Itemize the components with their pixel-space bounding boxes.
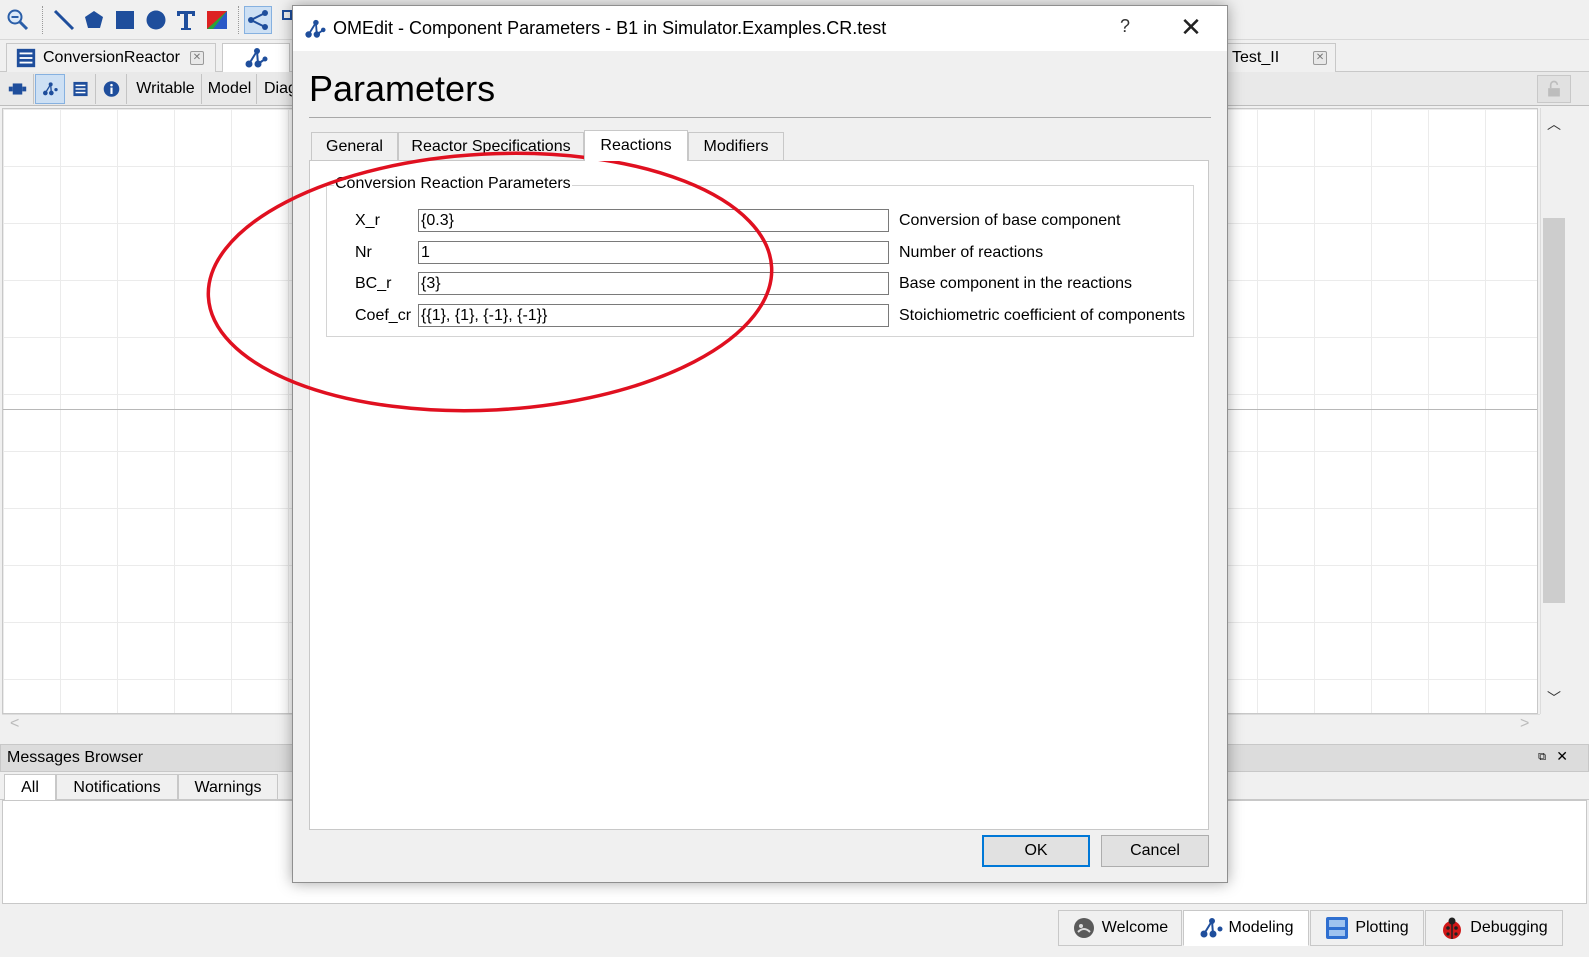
plotting-icon xyxy=(1325,916,1349,940)
toolbar-separator xyxy=(42,6,43,34)
icon-view-button[interactable] xyxy=(2,74,34,104)
coef-cr-input[interactable] xyxy=(418,304,889,327)
tab-test-ii[interactable]: Test_II ✕ xyxy=(1224,43,1336,72)
close-icon[interactable]: ✕ xyxy=(1177,12,1205,43)
reactions-tab-panel: X_r Conversion of base component Nr Numb… xyxy=(309,160,1209,830)
param-row-x-r: X_r Conversion of base component xyxy=(327,209,1195,233)
polygon-tool-icon[interactable] xyxy=(80,6,108,34)
float-icon[interactable]: ⧉ xyxy=(1538,751,1546,764)
nr-input[interactable] xyxy=(418,241,889,264)
close-tab-icon[interactable]: ✕ xyxy=(1313,51,1327,65)
cancel-button[interactable]: Cancel xyxy=(1101,835,1209,867)
writable-label: Writable xyxy=(130,74,202,104)
canvas-vertical-scrollbar[interactable]: ︿ ﹀ xyxy=(1540,108,1566,714)
dialog-titlebar: OMEdit - Component Parameters - B1 in Si… xyxy=(293,6,1227,51)
param-row-bc-r: BC_r Base component in the reactions xyxy=(327,272,1195,296)
lock-icon[interactable] xyxy=(1537,75,1571,103)
scrollbar-thumb[interactable] xyxy=(1543,218,1565,603)
heading-divider xyxy=(309,117,1211,118)
diagram-view-icon xyxy=(245,48,268,68)
text-view-button[interactable] xyxy=(66,74,96,104)
diagram-view-button[interactable] xyxy=(35,74,65,104)
rectangle-tool-icon[interactable] xyxy=(111,6,139,34)
scroll-right-icon[interactable]: > xyxy=(1520,715,1529,733)
plotting-label: Plotting xyxy=(1355,919,1409,936)
ok-button[interactable]: OK xyxy=(982,835,1090,867)
conversion-reaction-groupbox: X_r Conversion of base component Nr Numb… xyxy=(326,185,1194,337)
tab-general[interactable]: General xyxy=(311,132,398,160)
welcome-label: Welcome xyxy=(1101,919,1169,936)
documentation-view-button[interactable] xyxy=(97,74,127,104)
text-view-icon xyxy=(16,48,36,68)
scroll-left-icon[interactable]: < xyxy=(10,715,19,733)
modeling-label: Modeling xyxy=(1228,919,1294,936)
diagram-view-icon xyxy=(43,82,58,96)
perspective-bar: Welcome Modeling Plotting Debugging xyxy=(0,906,1589,957)
connect-mode-icon[interactable] xyxy=(244,6,272,34)
param-row-coef-cr: Coef_cr Stoichiometric coefficient of co… xyxy=(327,304,1195,328)
welcome-perspective-button[interactable]: Welcome xyxy=(1058,910,1182,946)
dialog-title: OMEdit - Component Parameters - B1 in Si… xyxy=(333,18,887,38)
text-tool-icon[interactable] xyxy=(172,6,200,34)
info-icon xyxy=(103,81,120,97)
tab-label: ConversionReactor xyxy=(43,49,180,66)
line-tool-icon[interactable] xyxy=(50,6,78,34)
tab-all[interactable]: All xyxy=(4,774,56,800)
scroll-down-icon[interactable]: ﹀ xyxy=(1541,688,1567,708)
tab-reactor-specifications[interactable]: Reactor Specifications xyxy=(398,132,584,160)
debugging-label: Debugging xyxy=(1470,919,1548,936)
modeling-perspective-button[interactable]: Modeling xyxy=(1183,910,1309,946)
ladybug-icon xyxy=(1440,916,1464,940)
messages-browser-title: Messages Browser xyxy=(7,749,144,766)
zoom-out-icon[interactable] xyxy=(4,6,32,34)
toolbar-separator xyxy=(238,6,239,34)
ellipse-tool-icon[interactable] xyxy=(142,6,170,34)
tab-conversion-reactor[interactable]: ConversionReactor ✕ xyxy=(6,43,216,72)
welcome-icon xyxy=(1072,916,1096,940)
text-view-icon xyxy=(73,81,88,97)
close-tab-icon[interactable]: ✕ xyxy=(189,51,204,65)
plotting-perspective-button[interactable]: Plotting xyxy=(1310,910,1424,946)
tab-notifications[interactable]: Notifications xyxy=(56,774,178,800)
param-description: Stoichiometric coefficient of components xyxy=(899,307,1186,324)
tab-warnings[interactable]: Warnings xyxy=(178,774,278,800)
tab-diagram-test[interactable] xyxy=(222,43,290,72)
icon-view-icon xyxy=(8,83,27,95)
param-name: BC_r xyxy=(355,275,392,292)
param-description: Conversion of base component xyxy=(899,212,1121,229)
component-parameters-dialog: OMEdit - Component Parameters - B1 in Si… xyxy=(292,5,1228,883)
tab-modifiers[interactable]: Modifiers xyxy=(688,132,784,160)
tab-label: Test_II xyxy=(1232,49,1280,66)
param-description: Number of reactions xyxy=(899,244,1044,261)
omedit-icon xyxy=(303,18,327,40)
close-icon[interactable]: ✕ xyxy=(1556,748,1568,765)
param-name: Nr xyxy=(355,244,372,261)
page-title: Parameters xyxy=(309,68,496,109)
scroll-up-icon[interactable]: ︿ xyxy=(1541,114,1567,134)
help-button[interactable]: ? xyxy=(1113,16,1137,37)
param-row-nr: Nr Number of reactions xyxy=(327,241,1195,265)
param-name: X_r xyxy=(355,212,380,229)
groupbox-title: Conversion Reaction Parameters xyxy=(334,175,572,193)
model-label: Model xyxy=(203,74,257,104)
bitmap-tool-icon[interactable] xyxy=(203,6,231,34)
x-r-input[interactable] xyxy=(418,209,889,232)
bc-r-input[interactable] xyxy=(418,272,889,295)
modeling-icon xyxy=(1199,916,1223,940)
tab-reactions[interactable]: Reactions xyxy=(584,130,688,161)
debugging-perspective-button[interactable]: Debugging xyxy=(1425,910,1563,946)
param-name: Coef_cr xyxy=(355,307,412,324)
param-description: Base component in the reactions xyxy=(899,275,1133,292)
